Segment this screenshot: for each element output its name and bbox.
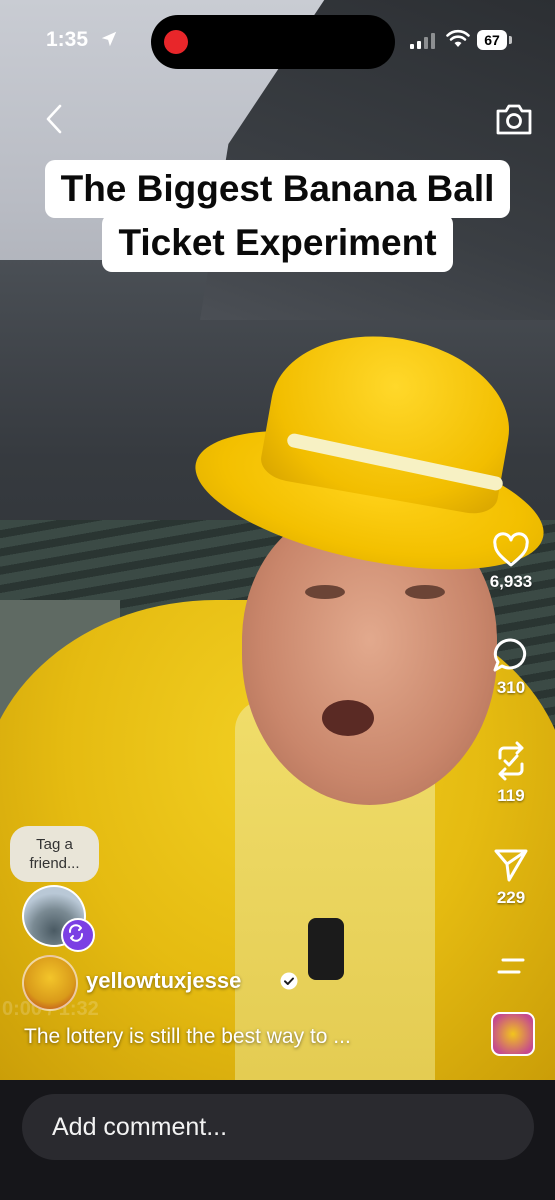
signal-icon	[410, 33, 435, 49]
camera-icon[interactable]	[494, 100, 534, 138]
heart-icon	[493, 532, 529, 567]
title-line-2: Ticket Experiment	[102, 214, 453, 272]
paper-plane-icon	[494, 849, 528, 882]
chevron-left-icon[interactable]	[38, 100, 72, 138]
tag-friend-label-1: Tag a	[36, 836, 73, 853]
tag-friend-bubble[interactable]: Tag a friend...	[10, 826, 99, 882]
author-username[interactable]: yellowtuxjesse	[86, 968, 241, 994]
mouth	[322, 700, 374, 736]
wifi-icon	[446, 29, 470, 47]
right-eye	[405, 585, 445, 599]
comment-count: 310	[496, 678, 526, 697]
left-eye	[305, 585, 345, 599]
repost-icon	[498, 741, 524, 781]
repost-count: 119	[497, 786, 525, 805]
verified-badge-icon	[280, 972, 298, 990]
lapel-mic	[308, 918, 344, 980]
audio-thumbnail[interactable]	[491, 1012, 535, 1056]
title-line-1: The Biggest Banana Ball	[44, 160, 511, 218]
like-button[interactable]: 6,933	[476, 532, 546, 592]
like-count: 6,933	[489, 572, 533, 591]
comment-bar: Add comment...	[0, 1080, 555, 1200]
share-count: 229	[496, 888, 526, 907]
recording-dot-icon	[164, 30, 188, 54]
battery-indicator: 67	[477, 30, 513, 50]
menu-lines-icon[interactable]	[496, 956, 526, 978]
share-button[interactable]: 229	[476, 846, 546, 908]
battery-cap	[509, 36, 512, 44]
repost-button[interactable]: 119	[476, 740, 546, 806]
author-avatar[interactable]	[22, 955, 78, 1011]
repost-badge-icon	[61, 918, 95, 952]
dynamic-island[interactable]	[151, 15, 395, 69]
status-time: 1:35	[46, 28, 89, 51]
comment-bubble-icon	[493, 638, 527, 672]
video-caption[interactable]: The lottery is still the best way to ...	[24, 1025, 351, 1049]
status-bar: 1:35 67	[0, 0, 555, 80]
location-arrow-icon	[101, 31, 117, 47]
comment-button[interactable]: 310	[476, 636, 546, 698]
video-title: The Biggest Banana Ball Ticket Experimen…	[0, 160, 555, 272]
tag-friend-label-2: friend...	[29, 855, 80, 872]
battery-level: 67	[477, 30, 507, 50]
add-comment-input[interactable]: Add comment...	[22, 1094, 534, 1160]
